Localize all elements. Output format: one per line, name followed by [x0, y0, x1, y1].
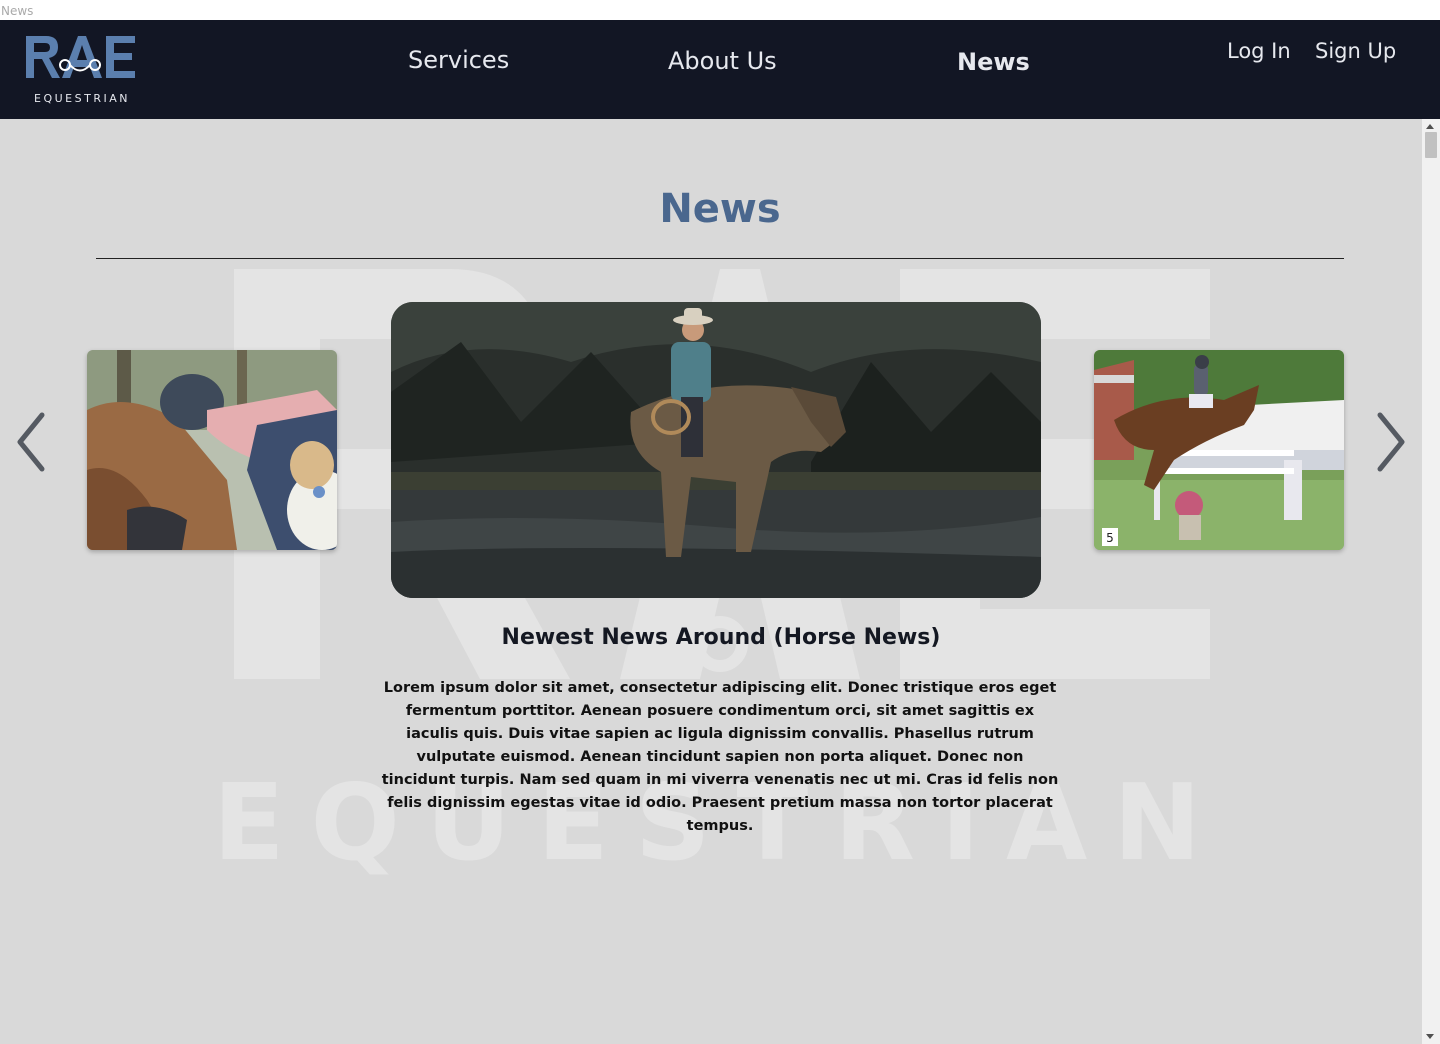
rider-hugging-horse-photo — [87, 350, 337, 550]
nav-link-news[interactable]: News — [957, 48, 1030, 76]
article-body: Lorem ipsum dolor sit amet, consectetur … — [381, 680, 1059, 834]
logo-subtext: EQUESTRIAN — [34, 92, 130, 105]
browser-tab-title: News — [1, 4, 34, 18]
carousel-slide-left[interactable] — [87, 350, 337, 550]
top-navbar: EQUESTRIAN Services About Us News Log In… — [0, 20, 1440, 119]
carousel-slide-featured[interactable] — [391, 302, 1041, 598]
logo-graphic: EQUESTRIAN — [26, 36, 135, 105]
article-title: Newest News Around (Horse News) — [501, 625, 941, 650]
chevron-left-icon — [17, 412, 45, 472]
heading-divider — [96, 258, 1344, 259]
scroll-down-arrow-icon[interactable] — [1426, 1034, 1434, 1039]
nav-link-services[interactable]: Services — [408, 46, 509, 74]
rae-equestrian-logo[interactable]: EQUESTRIAN — [24, 32, 140, 110]
svg-text:5: 5 — [1106, 531, 1114, 545]
show-jumping-horse-photo: 5 — [1094, 350, 1344, 550]
nav-link-about-us[interactable]: About Us — [668, 47, 777, 75]
chevron-right-icon — [1377, 412, 1405, 472]
page-scrollbar[interactable] — [1422, 119, 1440, 1044]
carousel-slide-right[interactable]: 5 — [1094, 350, 1344, 550]
page-title: News — [659, 186, 781, 232]
carousel-next-button[interactable] — [1370, 407, 1410, 477]
login-link[interactable]: Log In — [1227, 39, 1291, 63]
carousel-prev-button[interactable] — [12, 407, 52, 477]
scrollbar-thumb[interactable] — [1425, 132, 1437, 158]
scroll-up-arrow-icon[interactable] — [1426, 124, 1434, 129]
news-page-content: EQUESTRIAN News 5 Newest News Around (Ho… — [0, 119, 1422, 1044]
cowboy-on-horse-in-river-photo — [391, 302, 1041, 598]
signup-link[interactable]: Sign Up — [1315, 39, 1396, 63]
